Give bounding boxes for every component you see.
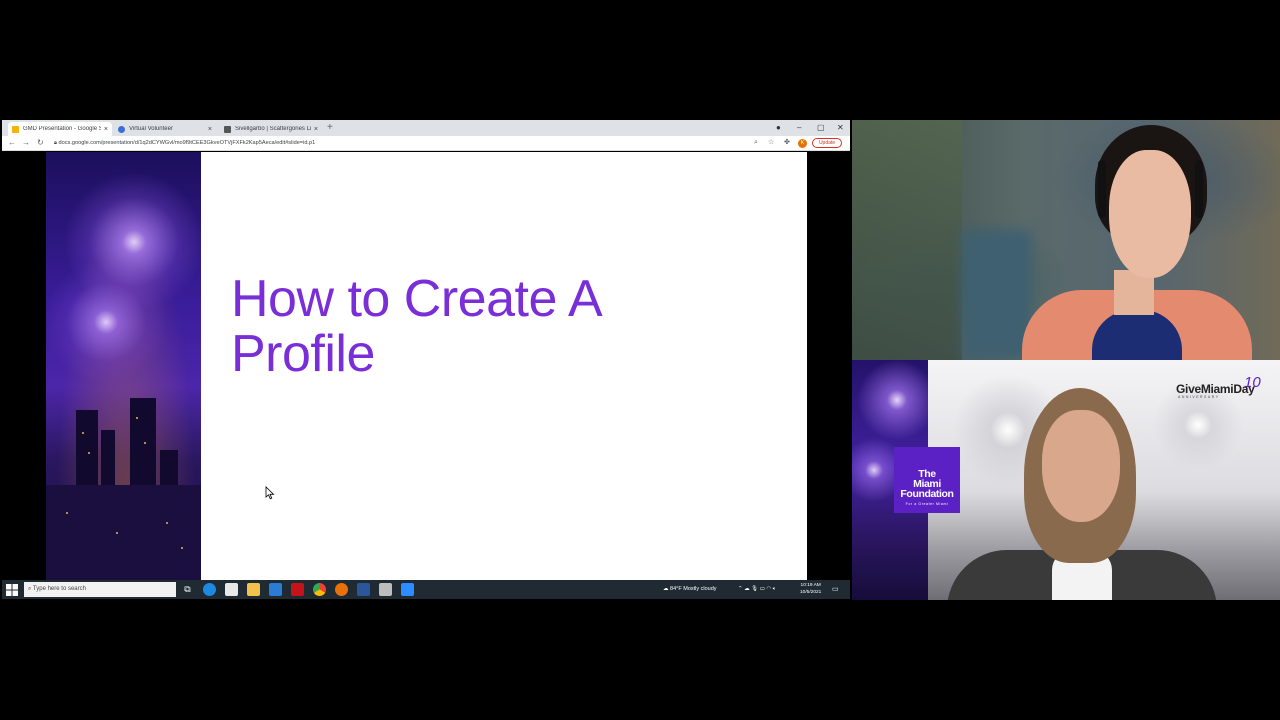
participant-video-2[interactable]: The Miami Foundation For a Greater Miami… [852,360,1280,600]
cloud-icon: ☁ [663,586,671,592]
fireworks-city-image [46,152,201,580]
browser-account-icon[interactable]: ● [776,121,781,135]
task-view-icon[interactable]: ⧉ [181,583,194,596]
windows-start-icon[interactable] [6,584,18,596]
presentation-slide: How to Create A Profile [46,152,807,580]
anniversary-label: ANNIVERSARY [1178,395,1220,399]
chrome-icon[interactable] [313,583,326,596]
window-light [166,522,168,524]
mail-icon[interactable] [269,583,282,596]
tab-scattergories[interactable]: Sivellgarbo | Scattergories List Ge × [220,122,322,136]
system-tray-icons[interactable]: ⌃ ☁ 🎙︎ ▭ ◠ 🔈︎ [738,580,776,599]
browser-toolbar: ← → ↻ 🔒︎ docs.google.com/presentation/d/… [2,136,850,151]
snip-tool-icon[interactable] [379,583,392,596]
tab-close-icon[interactable]: × [104,126,108,133]
star-icon[interactable]: ☆ [768,137,774,149]
slide-title-line2: Profile [231,325,375,383]
participant-video-1[interactable] [852,120,1280,360]
city-base [46,485,201,580]
zoom-app-icon[interactable] [401,583,414,596]
onedrive-icon[interactable]: ☁ [744,586,750,592]
tab-virtual-volunteer[interactable]: Virtual Volunteer × [114,122,216,136]
edge-icon[interactable] [203,583,216,596]
google-slides-icon [12,125,19,133]
person-face [1109,150,1191,278]
weather-widget[interactable]: ☁ 84°F Mostly cloudy [663,580,717,599]
anniversary-number: 10 [1244,374,1261,391]
acrobat-icon[interactable] [291,583,304,596]
window-light [116,532,118,534]
taskbar-clock[interactable]: 10:19 AM 10/5/2021 [800,582,821,596]
give-miami-day-logo: GiveMiamiDay [1176,382,1255,396]
scattergories-site-icon [224,125,231,133]
reload-button[interactable]: ↻ [37,137,44,149]
window-light [88,452,90,454]
browser-tab-bar: GMD Presentation - Google Slid × Virtual… [2,120,850,136]
url-text: docs.google.com/presentation/d/1q2dCYWGv… [58,140,316,146]
windows-taskbar: ⌕ Type here to search ⧉ ☁ 84°F Mostly cl… [2,580,850,599]
clock-date: 10/5/2021 [800,590,822,595]
network-icon[interactable]: ▭ [760,586,765,592]
microphone-icon[interactable]: 🎙︎ [751,586,758,592]
minimize-button[interactable]: – [797,121,801,135]
clock-time: 10:19 AM [800,583,821,588]
mouse-cursor-icon [265,486,275,500]
maximize-button[interactable]: ▢ [817,121,825,135]
wifi-icon[interactable]: ◠ [766,586,771,592]
background-window [962,230,1032,360]
forward-button[interactable]: → [22,137,30,149]
file-explorer-icon[interactable] [247,583,260,596]
store-icon[interactable] [225,583,238,596]
headphones-icon [1098,160,1106,218]
shared-screen: GMD Presentation - Google Slid × Virtual… [2,120,850,599]
extensions-icon[interactable]: ✤ [784,137,790,149]
word-icon[interactable] [357,583,370,596]
profile-avatar[interactable]: K [798,139,807,148]
new-tab-button[interactable]: + [327,122,333,134]
window-light [82,432,84,434]
zoom-icon[interactable]: ⌕ [754,137,758,149]
tab-close-icon[interactable]: × [314,126,318,133]
tab-close-icon[interactable]: × [208,126,212,133]
close-window-button[interactable]: ✕ [837,121,844,135]
volunteer-site-icon [118,125,125,133]
person-face [1042,410,1120,522]
address-bar[interactable]: 🔒︎ docs.google.com/presentation/d/1q2dCY… [50,137,754,149]
window-light [144,442,146,444]
background-curtain [852,120,962,360]
window-light [136,417,138,419]
miami-foundation-logo: The Miami Foundation For a Greater Miami [894,447,960,513]
tab-gmd-presentation[interactable]: GMD Presentation - Google Slid × [8,122,112,136]
headphones-icon [1195,160,1203,218]
chevron-up-icon[interactable]: ⌃ [738,586,743,592]
chrome-canary-icon[interactable] [335,583,348,596]
update-button[interactable]: Update [812,138,842,148]
slide-title: How to Create A Profile [231,272,791,382]
back-button[interactable]: ← [8,137,16,149]
taskbar-search-input[interactable]: ⌕ Type here to search [24,582,176,597]
window-light [181,547,183,549]
window-light [66,512,68,514]
notification-icon[interactable]: ▭ [832,580,839,599]
slide-title-line1: How to Create A [231,270,603,328]
volume-icon[interactable]: 🔈︎ [773,586,776,592]
